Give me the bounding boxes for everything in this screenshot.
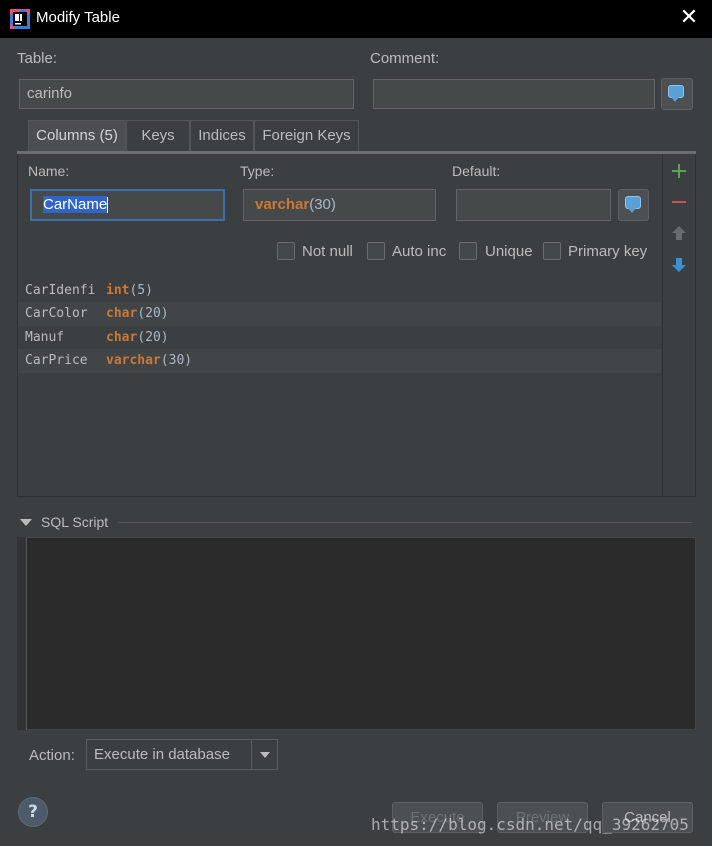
- move-down-icon[interactable]: [670, 256, 688, 274]
- column-name-value: CarName: [43, 196, 108, 213]
- column-row[interactable]: Manuf char(20): [18, 326, 661, 350]
- column-row[interactable]: CarIdenfi int(5): [18, 279, 661, 303]
- tab-indices[interactable]: Indices: [190, 120, 254, 152]
- action-label: Action:: [29, 747, 75, 764]
- sql-section-divider: [118, 522, 692, 523]
- column-row-args: (30): [160, 353, 193, 368]
- collapse-triangle-icon[interactable]: [20, 516, 32, 526]
- primary-key-label: Primary key: [568, 243, 648, 260]
- auto-inc-label: Auto inc: [392, 243, 447, 260]
- comment-label: Comment:: [370, 50, 440, 67]
- speech-bubble-icon: [668, 85, 684, 102]
- not-null-checkbox[interactable]: [277, 242, 295, 260]
- comment-editor-button[interactable]: [661, 78, 693, 110]
- intellij-app-icon: [10, 9, 30, 29]
- column-row-args: (20): [137, 330, 169, 345]
- close-icon[interactable]: ✕: [678, 6, 700, 30]
- column-comment-button[interactable]: [618, 189, 649, 221]
- unique-checkbox[interactable]: [459, 242, 477, 260]
- column-row-args: (20): [137, 306, 169, 321]
- column-row-type: int: [106, 283, 130, 298]
- window-title: Modify Table: [36, 9, 120, 26]
- remove-icon[interactable]: [670, 193, 688, 211]
- column-row-name: Manuf: [25, 330, 65, 345]
- column-default-input[interactable]: [456, 189, 611, 221]
- table-name-input[interactable]: carinfo: [19, 79, 354, 109]
- add-icon[interactable]: [670, 162, 688, 180]
- column-default-label: Default:: [452, 163, 501, 179]
- column-row-name: CarPrice: [25, 353, 88, 368]
- action-select-value: Execute in database: [94, 746, 230, 763]
- column-row-name: CarColor: [25, 306, 88, 321]
- column-row-type: char: [106, 330, 138, 345]
- not-null-label: Not null: [302, 243, 353, 260]
- sql-script-editor[interactable]: [17, 537, 696, 730]
- column-name-input[interactable]: CarName: [30, 189, 225, 221]
- csdn-watermark: https://blog.csdn.net/qq_39262705: [371, 815, 689, 834]
- sql-script-label[interactable]: SQL Script: [41, 514, 108, 530]
- column-type-input[interactable]: varchar(30): [243, 189, 436, 221]
- text-caret: [107, 197, 109, 214]
- comment-input[interactable]: [373, 79, 655, 109]
- unique-label: Unique: [485, 243, 533, 260]
- column-type-label: Type:: [240, 163, 275, 179]
- column-row-args: (5): [129, 283, 153, 298]
- action-select[interactable]: Execute in database: [86, 739, 278, 770]
- tab-columns[interactable]: Columns (5): [28, 120, 126, 152]
- column-row-type: char: [106, 306, 138, 321]
- table-label: Table:: [17, 50, 58, 67]
- move-up-icon[interactable]: [670, 224, 688, 242]
- chevron-down-icon[interactable]: [251, 740, 277, 769]
- type-keyword: varchar: [255, 196, 310, 213]
- primary-key-checkbox[interactable]: [543, 242, 561, 260]
- column-row[interactable]: CarColor char(20): [18, 302, 661, 326]
- tab-keys[interactable]: Keys: [126, 120, 190, 152]
- type-args: (30): [309, 196, 336, 213]
- tab-foreign-keys[interactable]: Foreign Keys: [254, 120, 359, 152]
- column-row[interactable]: CarPrice varchar(30): [18, 349, 661, 373]
- column-row-name: CarIdenfi: [25, 283, 96, 298]
- auto-inc-checkbox[interactable]: [367, 242, 385, 260]
- help-button[interactable]: ?: [18, 797, 48, 827]
- sql-editor-gutter: [17, 537, 27, 730]
- speech-bubble-icon: [625, 196, 641, 213]
- column-name-label: Name:: [28, 163, 70, 179]
- column-row-type: varchar: [106, 353, 161, 368]
